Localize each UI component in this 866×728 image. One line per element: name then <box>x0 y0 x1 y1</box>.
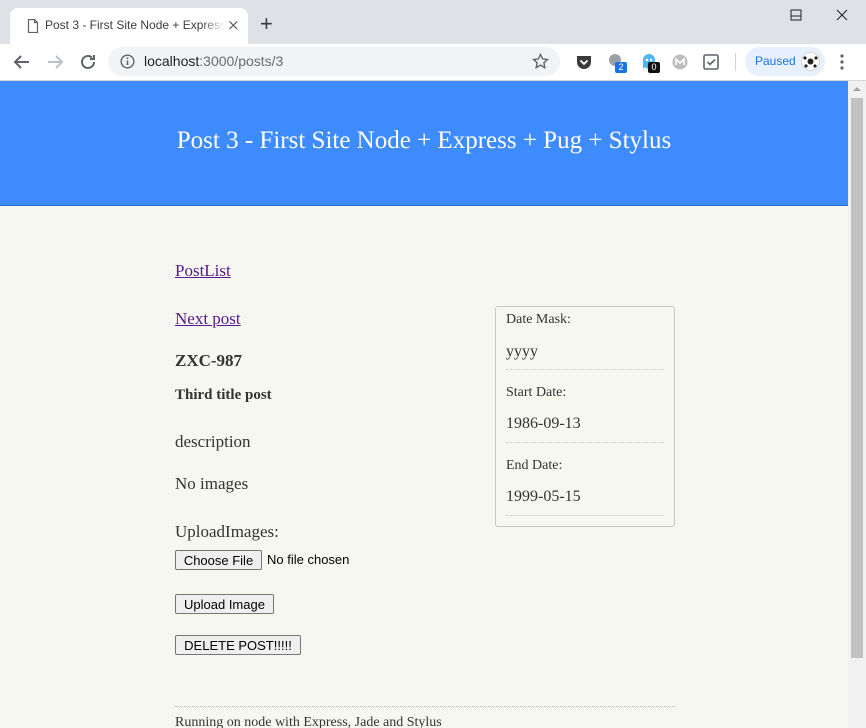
back-arrow-icon[interactable] <box>11 51 33 73</box>
tab-title: Post 3 - First Site Node + Express + Pug… <box>45 18 225 32</box>
page-viewport: Post 3 - First Site Node + Express + Pug… <box>0 81 848 728</box>
card-divider <box>506 442 664 443</box>
upload-images-label: UploadImages: <box>175 522 279 541</box>
next-post-link[interactable]: Next post <box>175 309 241 329</box>
browser-titlebar: Post 3 - First Site Node + Express + Pug… <box>0 0 866 44</box>
start-date-label: Start Date: <box>506 385 567 400</box>
forward-arrow-icon[interactable] <box>44 51 66 73</box>
url-host: localhost <box>144 53 200 69</box>
extension-badge: 0 <box>648 62 660 73</box>
scroll-up-icon[interactable] <box>852 85 862 93</box>
page-title: Post 3 - First Site Node + Express + Pug… <box>176 127 672 154</box>
menu-kebab-icon[interactable] <box>838 53 846 71</box>
no-file-chosen-text: No file chosen <box>267 552 350 567</box>
browser-tab[interactable]: Post 3 - First Site Node + Express + Pug… <box>10 8 248 44</box>
post-code: ZXC-987 <box>175 351 243 370</box>
address-bar[interactable]: localhost:3000/posts/3 <box>108 47 560 76</box>
post-title: Third title post <box>175 387 272 403</box>
avatar <box>801 52 820 71</box>
new-tab-icon[interactable]: + <box>260 13 273 35</box>
extension-ghost-icon[interactable]: 0 <box>640 52 660 73</box>
tab-close-icon[interactable]: × <box>227 17 240 33</box>
end-date-value: 1999-05-15 <box>506 488 581 505</box>
url-text: localhost:3000/posts/3 <box>144 53 283 69</box>
images-status: No images <box>175 474 249 493</box>
info-icon[interactable] <box>120 54 135 69</box>
m-circle-icon[interactable] <box>670 52 690 72</box>
choose-file-button[interactable]: Choose File <box>175 550 262 570</box>
date-mask-label: Date Mask: <box>506 312 571 327</box>
post-description: description <box>175 432 251 451</box>
card-divider <box>506 369 664 370</box>
footer-divider <box>175 706 675 707</box>
dates-card: Date Mask: yyyy Start Date: 1986-09-13 E… <box>495 306 675 527</box>
page-header: Post 3 - First Site Node + Express + Pug… <box>0 81 848 206</box>
url-path: :3000/posts/3 <box>199 53 284 69</box>
profile-paused-button[interactable]: Paused <box>745 47 825 76</box>
card-divider <box>506 515 664 516</box>
postlist-link[interactable]: PostList <box>175 261 231 281</box>
end-date-label: End Date: <box>506 458 563 473</box>
toolbar-divider <box>735 53 736 71</box>
inbox-check-icon[interactable] <box>701 52 721 72</box>
bookmark-star-icon[interactable] <box>532 53 549 70</box>
delete-post-button[interactable]: DELETE POST!!!!! <box>175 635 301 655</box>
start-date-value: 1986-09-13 <box>506 415 581 432</box>
browser-toolbar: localhost:3000/posts/3 2 0 Paused <box>0 44 866 81</box>
document-icon <box>27 19 39 33</box>
extension-badge: 2 <box>615 62 627 73</box>
date-mask-value: yyyy <box>506 343 538 360</box>
upload-image-button[interactable]: Upload Image <box>175 594 274 614</box>
paused-label: Paused <box>755 54 796 68</box>
close-window-icon[interactable] <box>836 9 848 21</box>
pocket-icon[interactable] <box>574 52 594 72</box>
extension-chat-icon[interactable]: 2 <box>606 52 627 73</box>
scrollbar-thumb[interactable] <box>851 98 863 658</box>
reload-icon[interactable] <box>77 51 99 73</box>
footer-text: Running on node with Express, Jade and S… <box>175 715 442 728</box>
maximize-icon[interactable] <box>790 9 802 21</box>
page-scrollbar[interactable] <box>848 81 866 728</box>
